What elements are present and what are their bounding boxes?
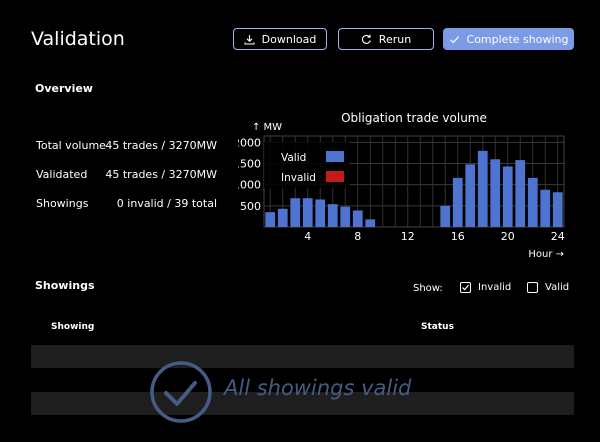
show-filter-label: Show: (413, 283, 443, 294)
rerun-button-label: Rerun (378, 32, 412, 46)
page-title: Validation (31, 28, 125, 50)
empty-state-message: All showings valid (224, 376, 412, 400)
stat-value-validated: 45 trades / 3270MW (105, 168, 217, 181)
chart-y-tick-label: 2000 (238, 136, 261, 149)
chart-bar-valid (440, 205, 451, 227)
chart-bar-valid (477, 150, 488, 227)
chart-svg: 500 1000 1500 2000 4 8 12 16 20 24 Valid Invalid O… (233, 111, 565, 260)
chart-bar-valid (452, 177, 463, 227)
chart-bar-valid (290, 198, 301, 227)
chart-x-tick-label: 8 (354, 230, 361, 243)
rerun-button[interactable]: Rerun (338, 28, 434, 50)
chart-x-axis-label: Hour → (528, 249, 564, 260)
chart-bar-valid (302, 198, 313, 227)
checkbox-checked-icon (460, 282, 471, 293)
download-button-label: Download (261, 32, 317, 46)
table-row-placeholder (31, 345, 574, 368)
chart-bar-valid (515, 160, 526, 227)
column-header-showing: Showing (51, 322, 95, 332)
stat-value-total-volume: 45 trades / 3270MW (105, 139, 217, 152)
chart-bar-valid (552, 192, 563, 227)
chart-bar-valid (502, 166, 513, 227)
chart-title: Obligation trade volume (341, 111, 487, 125)
chart-x-tick-label: 20 (501, 230, 515, 243)
filter-valid-label: Valid (545, 282, 570, 293)
complete-showing-button-label: Complete showing (466, 32, 569, 46)
overview-heading: Overview (35, 82, 93, 95)
chart-y-tick-label: 1500 (238, 158, 261, 171)
chart-x-tick-label: 4 (304, 230, 311, 243)
chart-bar-valid (365, 219, 376, 227)
download-button[interactable]: Download (233, 28, 327, 50)
chart-y-tick-label: 500 (240, 200, 261, 213)
chart-bar-valid (540, 189, 551, 227)
chart-bar-valid (265, 212, 276, 227)
chart-x-tick-label: 12 (401, 230, 415, 243)
chart-bar-valid (465, 164, 476, 227)
stat-value-showings: 0 invalid / 39 total (116, 197, 217, 210)
chart-x-tick-label: 16 (451, 230, 465, 243)
checkbox-unchecked-icon (527, 282, 538, 293)
chart-bar-valid (340, 206, 351, 227)
all-valid-check-circle-icon (150, 361, 212, 423)
chart-legend-label: Invalid (281, 172, 316, 184)
chart-y-tick-label: 1000 (238, 179, 261, 192)
chart-legend-swatch (326, 151, 344, 162)
chart-bar-valid (315, 199, 326, 227)
chart-bar-valid (490, 159, 501, 227)
chart-bar-valid (327, 204, 338, 227)
checkmark-icon (449, 35, 459, 43)
chart-bar-valid (527, 177, 538, 227)
filter-invalid-label: Invalid (478, 282, 512, 293)
download-icon (244, 34, 255, 45)
filter-valid-checkbox[interactable]: Valid (527, 282, 569, 293)
chart-legend-label: Valid (281, 152, 306, 164)
rerun-icon (361, 34, 371, 44)
showings-heading: Showings (35, 279, 95, 292)
chart-y-axis-label: ↑ MW (252, 122, 282, 133)
column-header-status: Status (421, 322, 454, 332)
filter-invalid-checkbox[interactable]: Invalid (460, 282, 511, 293)
chart-x-tick-label: 24 (551, 230, 565, 243)
chart-legend-swatch (326, 171, 344, 182)
chart-bar-valid (352, 210, 363, 227)
obligation-trade-volume-chart: 500 1000 1500 2000 4 8 12 16 20 24 Valid Invalid O… (233, 106, 574, 264)
complete-showing-button[interactable]: Complete showing (443, 28, 574, 50)
chart-bar-valid (277, 208, 288, 227)
